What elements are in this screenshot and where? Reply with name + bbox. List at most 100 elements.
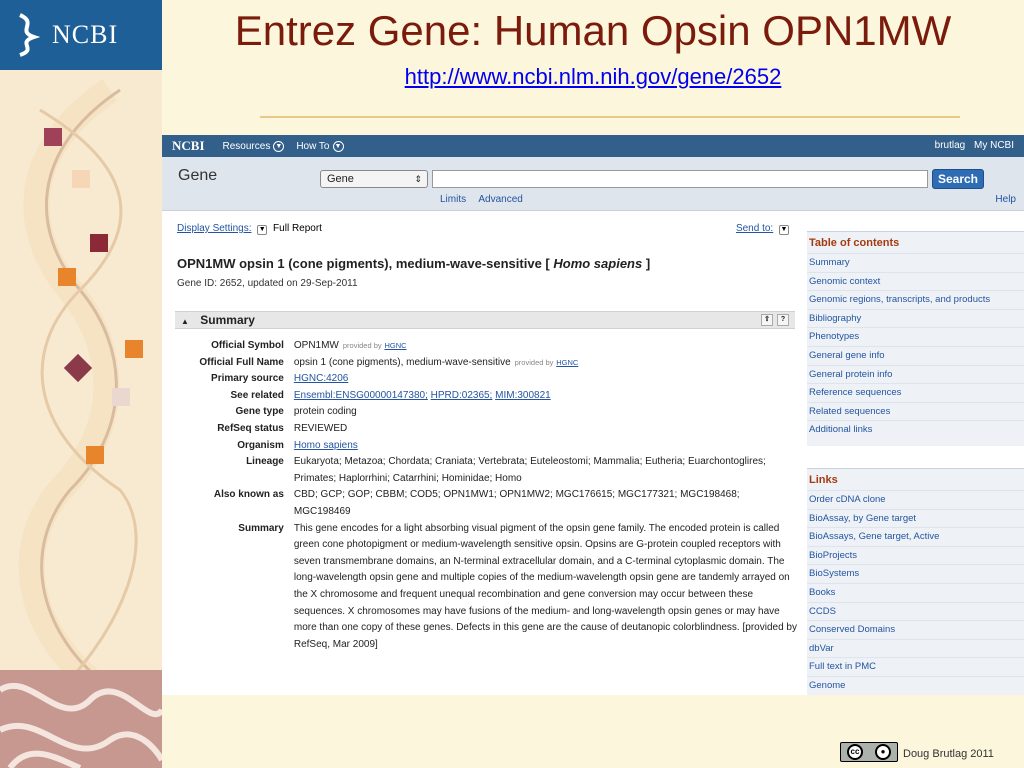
database-select-value: Gene [327,173,354,185]
provided-by-label: provided by [514,357,554,367]
title-divider [260,116,960,118]
search-input[interactable] [432,170,928,188]
table-row: Also known as CBD; GCP; GOP; CBBM; COD5;… [177,487,797,520]
mim-link[interactable]: MIM:300821 [495,390,551,401]
toc-item[interactable]: Reference sequences [807,383,1024,402]
links-item[interactable]: BioProjects [807,545,1024,565]
table-row: See related Ensembl:ENSG00000147380; HPR… [177,388,797,405]
deco-square [44,128,62,146]
toc-item[interactable]: Related sequences [807,401,1024,421]
gene-record-title: OPN1MW opsin 1 (cone pigments), medium-w… [177,256,650,271]
links-panel: Links Order cDNA clone BioAssay, by Gene … [807,468,1024,695]
dna-helix-icon [19,13,40,57]
help-icon[interactable]: ? [777,314,789,326]
links-item[interactable]: dbVar [807,638,1024,658]
ncbi-logo-text: NCBI [52,20,119,49]
table-row: Official Full Name opsin 1 (cone pigment… [177,355,797,372]
toc-item[interactable]: Genomic context [807,271,1024,291]
organism-link[interactable]: Homo sapiens [294,440,358,451]
howto-menu[interactable]: How To ▼ [296,140,344,152]
links-item[interactable]: Genome [807,675,1024,695]
field-value: opsin 1 (cone pigments), medium-wave-sen… [294,355,797,372]
ncbi-logo: NCBI [0,0,162,70]
summary-header-label: Summary [200,313,255,327]
hprd-link[interactable]: HPRD:02365; [431,390,493,401]
hgnc-link[interactable]: HGNC [556,358,578,367]
record-title-suffix: ] [642,256,651,271]
help-link[interactable]: Help [995,194,1016,205]
toc-item[interactable]: Bibliography [807,308,1024,328]
toc-item[interactable]: Additional links [807,420,1024,439]
send-to-label: Send to: [735,223,774,234]
advanced-link[interactable]: Advanced [478,194,522,205]
report-format: Full Report [273,223,322,234]
links-item[interactable]: Order cDNA clone [807,490,1024,509]
aliases-value: CBD; GCP; GOP; CBBM; COD5; OPN1MW1; OPN1… [293,489,740,517]
links-list: Order cDNA clone BioAssay, by Gene target… [807,490,1024,695]
links-item[interactable]: Conserved Domains [807,620,1024,639]
gene-type-value: protein coding [293,406,357,418]
field-label: Primary source [211,373,284,385]
links-item[interactable]: BioAssay, by Gene target [807,508,1024,528]
provided-by-label: provided by [342,341,382,350]
my-ncbi-link[interactable]: My NCBI [974,140,1014,151]
official-symbol-value: OPN1MW [293,340,339,351]
section-jump-icon[interactable]: ⇧ [761,314,773,326]
decorative-strip: NCBI [0,0,162,768]
database-heading: Gene [178,167,218,184]
select-arrows-icon: ⇕ [414,174,422,184]
field-label: Summary [238,522,284,534]
chevron-down-icon[interactable]: ▼ [257,225,268,235]
refseq-status-value: REVIEWED [293,422,348,434]
links-item[interactable]: Books [807,582,1024,602]
display-settings-row: Display Settings: ▼ Full Report Send to:… [177,223,792,235]
summary-section-header[interactable]: ▲ Summary ⇧ ? [175,311,795,329]
ensembl-link[interactable]: Ensembl:ENSG00000147380; [294,390,428,401]
database-select[interactable]: Gene ⇕ [320,170,428,188]
collapse-triangle-icon[interactable]: ▲ [181,317,189,326]
search-button[interactable]: Search [932,169,984,189]
username-link[interactable]: brutlag [935,140,966,151]
cc-icon: cc [847,744,863,760]
field-label: Official Symbol [211,340,284,351]
table-row: Primary source HGNC:4206 [177,371,797,388]
links-item[interactable]: BioAssays, Gene target, Active [807,527,1024,546]
howto-label: How To [296,140,330,152]
ncbi-nav-logo[interactable]: NCBI [172,138,205,154]
links-item[interactable]: Full text in PMC [807,657,1024,676]
chevron-down-icon: ▼ [779,225,789,235]
limits-link[interactable]: Limits [440,194,466,205]
field-value: Homo sapiens [294,438,797,455]
record-content: Display Settings: ▼ Full Report Send to:… [162,211,802,695]
toc-item[interactable]: General protein info [807,364,1024,384]
creative-commons-badge: cc ● [840,742,898,762]
display-settings-link[interactable]: Display Settings: [177,223,251,234]
search-bar: Gene Gene ⇕ Search Limits Advanced Help [162,157,1024,211]
gene-page-link[interactable]: http://www.ncbi.nlm.nih.gov/gene/2652 [162,64,1024,90]
table-row: Official Symbol OPN1MW provided by HGNC [177,338,797,355]
primary-source-link[interactable]: HGNC:4206 [294,373,348,384]
hgnc-link[interactable]: HGNC [384,341,406,350]
summary-table: Official Symbol OPN1MW provided by HGNC O… [177,338,797,653]
official-full-name-value: opsin 1 (cone pigments), medium-wave-sen… [293,356,511,368]
toc-item[interactable]: Summary [807,253,1024,272]
toc-item[interactable]: General gene info [807,345,1024,365]
links-item[interactable]: BioSystems [807,564,1024,583]
dna-strand-art [0,70,162,768]
toc-title: Table of contents [809,237,900,249]
toc-item[interactable]: Phenotypes [807,327,1024,346]
table-row: RefSeq status REVIEWED [177,421,797,438]
toc-list: Summary Genomic context Genomic regions, t… [807,253,1024,439]
ncbi-gene-page: NCBI Resources ▼ How To ▼ brutlag My NCB… [162,135,1024,695]
send-to-menu[interactable]: Send to: ▼ [736,223,792,235]
account-links: brutlag My NCBI [929,140,1014,151]
right-sidebar: Table of contents Summary Genomic context… [807,211,1024,695]
links-item[interactable]: CCDS [807,601,1024,621]
field-label: RefSeq status [217,422,284,434]
record-title-prefix: OPN1MW opsin 1 (cone pigments), medium-w… [177,256,554,271]
chevron-down-icon: ▼ [332,140,344,152]
links-title: Links [809,474,838,486]
resources-menu[interactable]: Resources ▼ [223,140,285,152]
toc-item[interactable]: Genomic regions, transcripts, and produc… [807,290,1024,309]
table-row: Lineage Eukaryota; Metazoa; Chordata; Cr… [177,454,797,487]
